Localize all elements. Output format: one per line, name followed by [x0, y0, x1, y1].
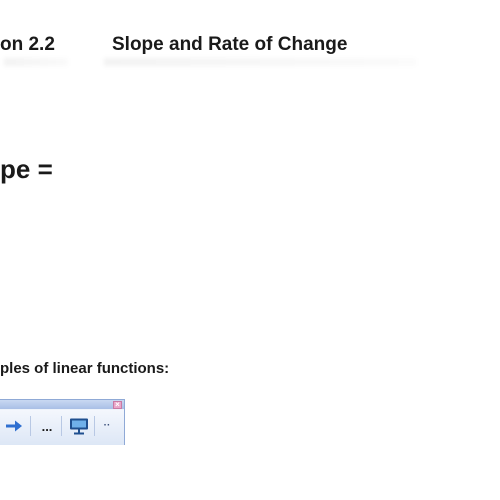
close-icon[interactable]: ×	[113, 401, 122, 409]
faded-text-left	[4, 58, 68, 66]
more-button[interactable]: ...	[36, 416, 58, 436]
toolbar-titlebar[interactable]: ×	[0, 400, 124, 409]
next-arrow-button[interactable]	[2, 416, 26, 436]
toolbar-separator	[30, 416, 31, 436]
examples-label: ples of linear functions:	[0, 360, 170, 377]
arrow-right-icon	[6, 420, 22, 432]
screen-button[interactable]	[66, 416, 92, 436]
toolbar-separator	[94, 416, 95, 436]
expand-button[interactable]: ··	[98, 416, 116, 436]
monitor-icon	[70, 418, 88, 435]
more-label: ...	[41, 418, 53, 434]
section-number: on 2.2	[0, 34, 55, 55]
slide-canvas: on 2.2 Slope and Rate of Change pe = ple…	[0, 0, 500, 500]
faded-text-right	[104, 58, 416, 66]
floating-toolbar: × ... ··	[0, 399, 125, 445]
slope-label: pe =	[0, 154, 53, 184]
section-title: Slope and Rate of Change	[112, 34, 348, 55]
toolbar-separator	[61, 416, 62, 436]
expand-label: ··	[103, 420, 111, 431]
